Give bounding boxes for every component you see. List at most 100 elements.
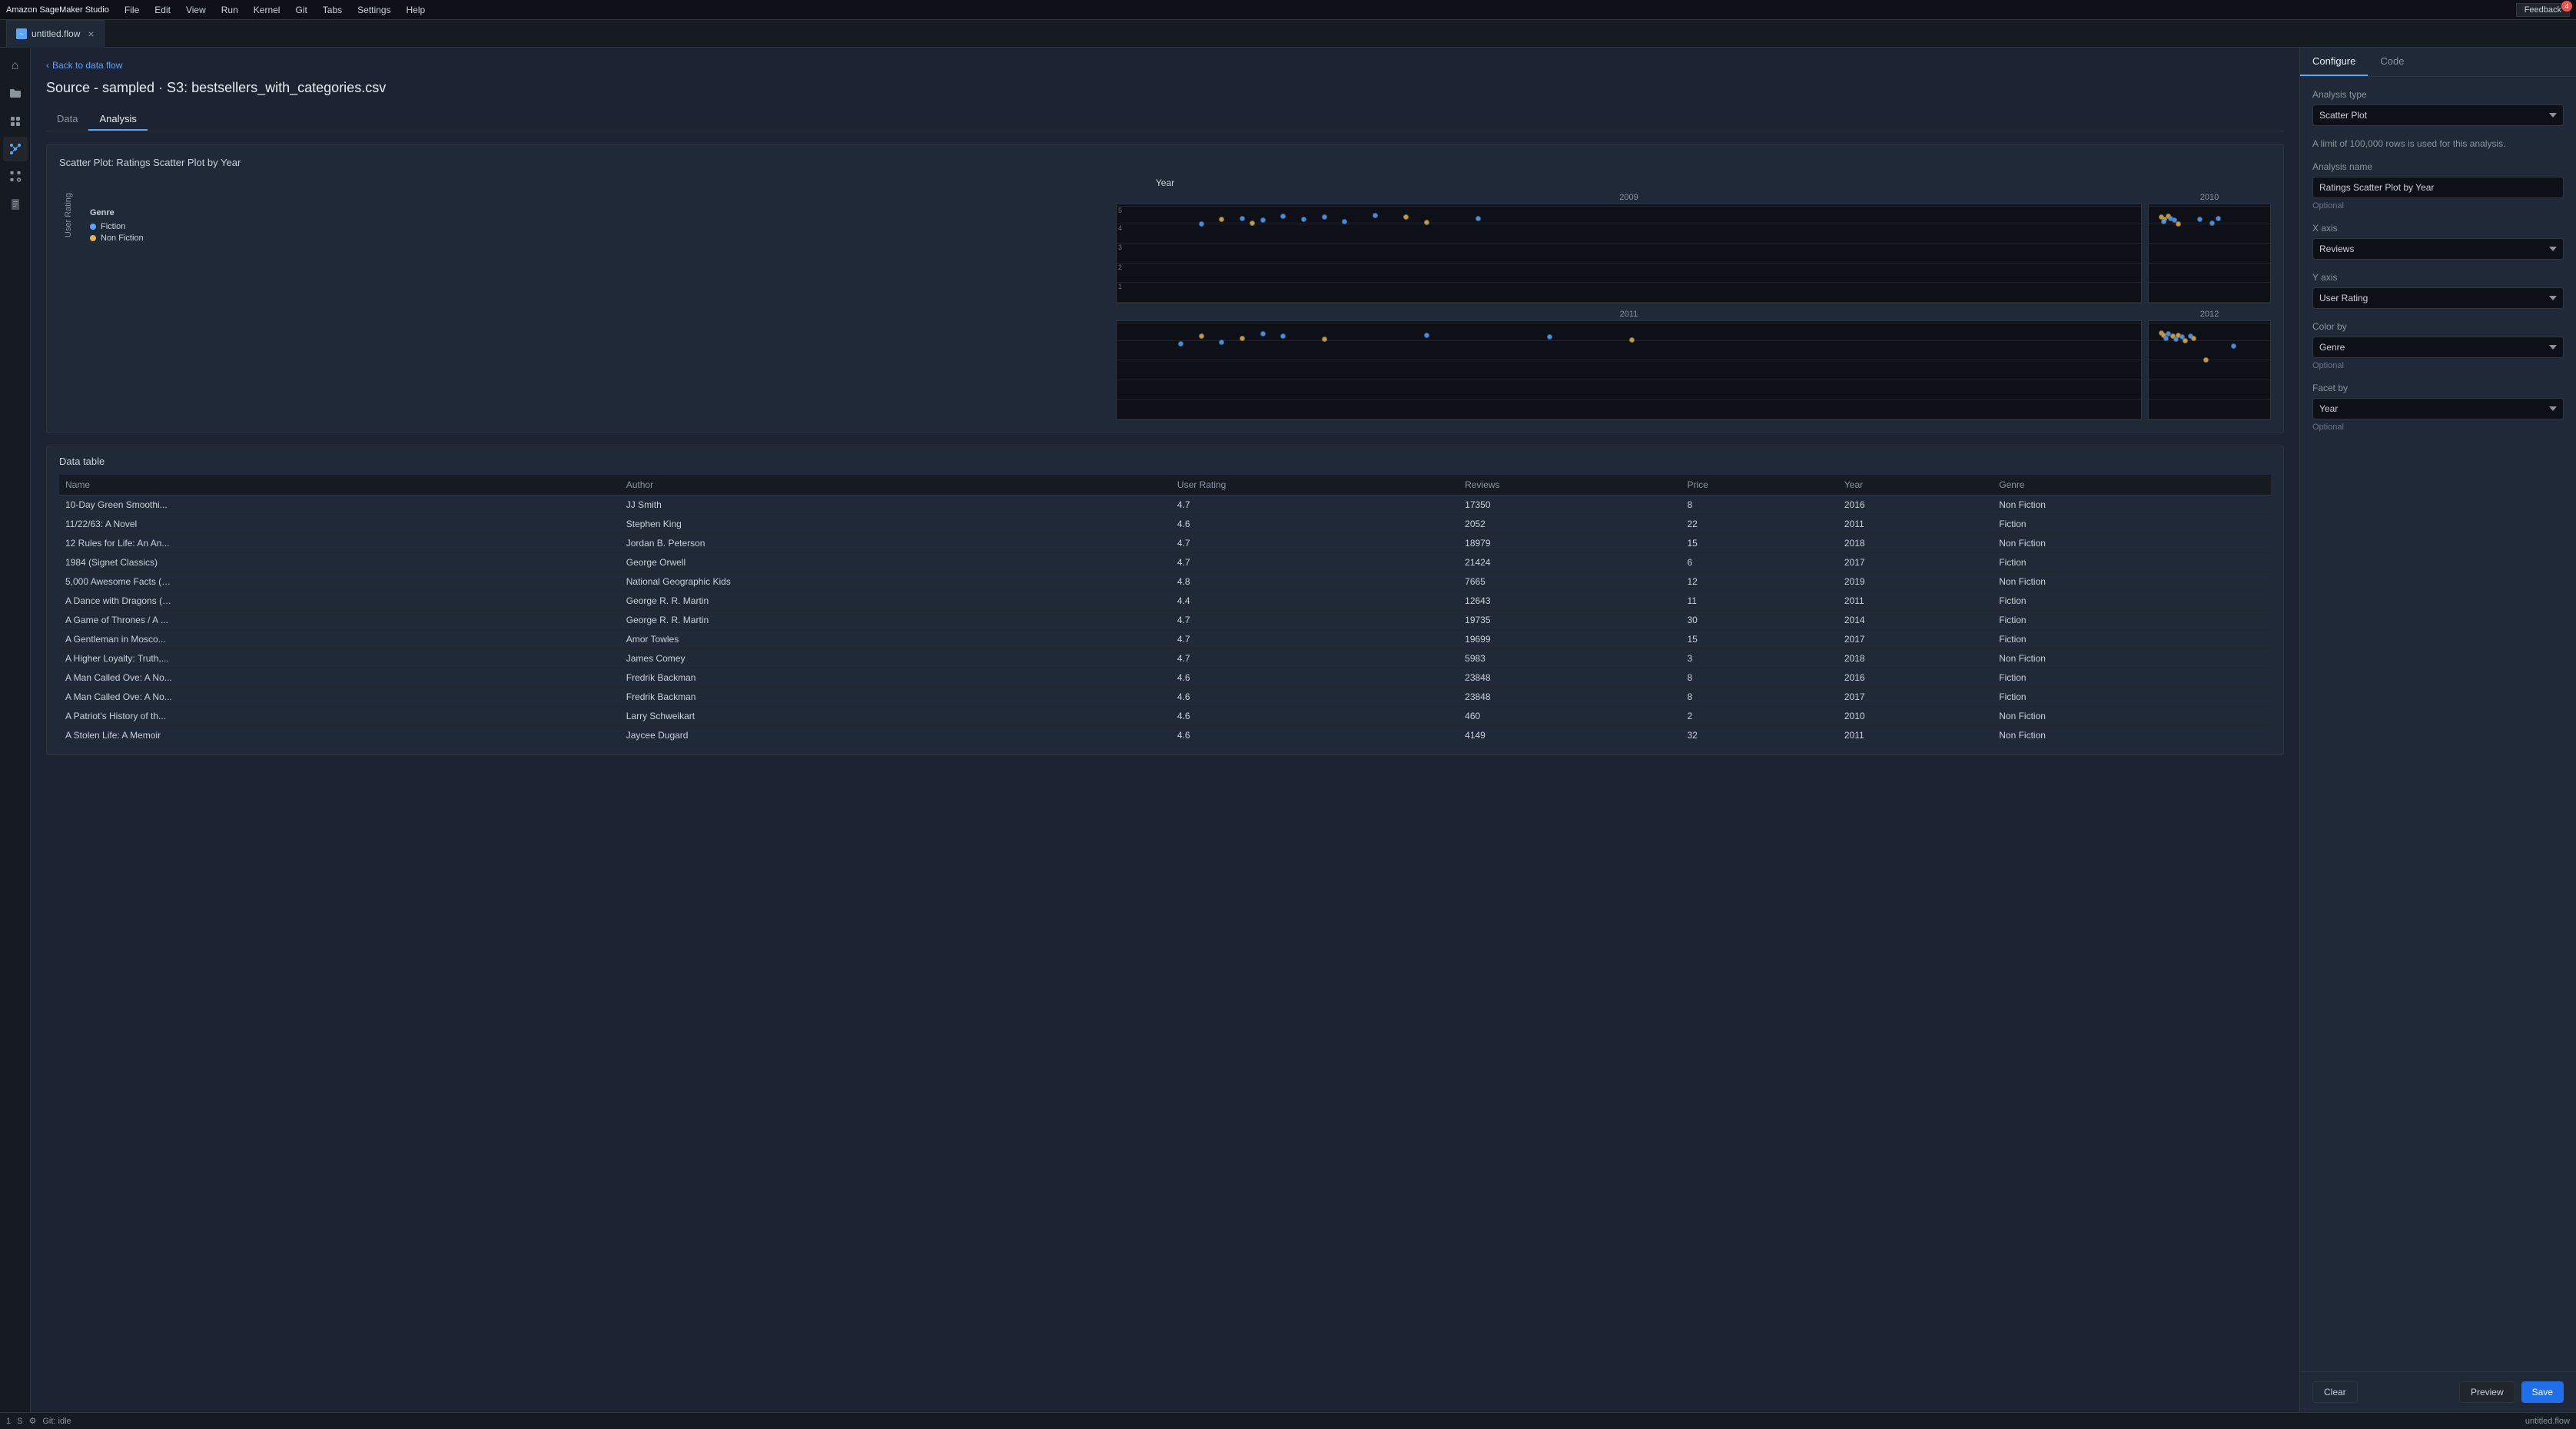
status-filename: untitled.flow — [2525, 1417, 2570, 1426]
table-cell: 5983 — [1459, 649, 1681, 668]
table-cell: 4.6 — [1171, 688, 1459, 707]
sidebar-home-icon[interactable]: ⌂ — [3, 54, 28, 78]
tab-untitled-flow[interactable]: ~ untitled.flow × — [6, 20, 105, 48]
table-cell: 2019 — [1838, 572, 1993, 592]
menu-kernel[interactable]: Kernel — [247, 3, 287, 17]
analysis-name-label: Analysis name — [2312, 161, 2564, 172]
table-cell: 4.6 — [1171, 707, 1459, 726]
table-cell: 23848 — [1459, 688, 1681, 707]
scatter-2009: 2009 0 1 2 3 4 5 — [1116, 193, 2142, 303]
tab-close-button[interactable]: × — [88, 28, 94, 39]
col-year: Year — [1838, 475, 1993, 496]
legend-title: Genre — [90, 208, 1104, 217]
tab-analysis[interactable]: Analysis — [88, 108, 147, 131]
menu-settings[interactable]: Settings — [351, 3, 397, 17]
x-axis-select[interactable]: Reviews — [2312, 238, 2564, 260]
panel-tab-configure[interactable]: Configure — [2300, 48, 2368, 76]
menu-edit[interactable]: Edit — [148, 3, 177, 17]
scatter-plot-2011 — [1116, 320, 2142, 420]
back-link[interactable]: ‹ Back to data flow — [46, 60, 2284, 71]
data-table-section: Data table Name Author User Rating Revie… — [46, 446, 2284, 755]
table-cell: Non Fiction — [1993, 726, 2271, 745]
feedback-button[interactable]: 4 Feedback — [2516, 3, 2570, 17]
clear-button[interactable]: Clear — [2312, 1381, 2358, 1403]
color-by-label: Color by — [2312, 321, 2564, 332]
menu-git[interactable]: Git — [289, 3, 313, 17]
table-cell: 4.7 — [1171, 553, 1459, 572]
sidebar-tools-icon[interactable] — [3, 164, 28, 189]
table-cell: 19699 — [1459, 630, 1681, 649]
table-row: A Gentleman in Mosco...Amor Towles4.7196… — [59, 630, 2271, 649]
table-row: 1984 (Signet Classics)George Orwell4.721… — [59, 553, 2271, 572]
table-cell: Non Fiction — [1993, 496, 2271, 515]
sidebar-nodes-icon[interactable] — [3, 137, 28, 161]
table-cell: 4.6 — [1171, 726, 1459, 745]
right-panel-content: Analysis type Scatter Plot A limit of 10… — [2300, 77, 2576, 1371]
table-cell: 32 — [1681, 726, 1837, 745]
table-cell: James Comey — [620, 649, 1171, 668]
notification-badge: 4 — [2561, 1, 2572, 12]
table-cell: A Man Called Ove: A No... — [59, 668, 620, 688]
facet-by-select[interactable]: Year — [2312, 398, 2564, 419]
table-cell: Fredrik Backman — [620, 688, 1171, 707]
back-arrow-icon: ‹ — [46, 60, 49, 71]
legend-nonfiction: Non Fiction — [90, 234, 1104, 243]
menu-help[interactable]: Help — [400, 3, 432, 17]
table-cell: Fiction — [1993, 515, 2271, 534]
menu-bar: Amazon SageMaker Studio File Edit View R… — [0, 0, 2576, 20]
scatter-2012: 2012 — [2148, 310, 2271, 420]
page-title: Source - sampled · S3: bestsellers_with_… — [46, 80, 2284, 96]
col-price: Price — [1681, 475, 1837, 496]
table-cell: A Higher Loyalty: Truth,... — [59, 649, 620, 668]
table-cell: Stephen King — [620, 515, 1171, 534]
preview-button[interactable]: Preview — [2459, 1381, 2515, 1403]
table-cell: Fiction — [1993, 688, 2271, 707]
right-panel: Configure Code Analysis type Scatter Plo… — [2299, 48, 2576, 1412]
table-cell: A Patriot's History of th... — [59, 707, 620, 726]
analysis-name-input[interactable] — [2312, 177, 2564, 198]
table-cell: Jordan B. Peterson — [620, 534, 1171, 553]
table-cell: Amor Towles — [620, 630, 1171, 649]
scatter-legend: Genre Fiction Non Fiction — [84, 193, 1110, 251]
table-cell: 2017 — [1838, 688, 1993, 707]
facet-by-label: Facet by — [2312, 383, 2564, 393]
save-button[interactable]: Save — [2521, 1381, 2564, 1403]
col-author: Author — [620, 475, 1171, 496]
status-bar: 1 S ⚙ Git: idle untitled.flow — [0, 1412, 2576, 1429]
table-row: A Patriot's History of th...Larry Schwei… — [59, 707, 2271, 726]
analysis-type-select[interactable]: Scatter Plot — [2312, 104, 2564, 126]
table-cell: 5,000 Awesome Facts (… — [59, 572, 620, 592]
facet-by-optional: Optional — [2312, 423, 2564, 432]
color-by-select[interactable]: Genre — [2312, 337, 2564, 358]
data-table: Name Author User Rating Reviews Price Ye… — [59, 475, 2271, 745]
tab-data[interactable]: Data — [46, 108, 88, 131]
table-cell: 4.7 — [1171, 649, 1459, 668]
menu-view[interactable]: View — [180, 3, 212, 17]
tab-bar: ~ untitled.flow × — [0, 20, 2576, 48]
y-axis-label: Y axis — [2312, 272, 2564, 283]
table-cell: A Game of Thrones / A ... — [59, 611, 620, 630]
table-row: A Man Called Ove: A No...Fredrik Backman… — [59, 668, 2271, 688]
table-cell: A Dance with Dragons (… — [59, 592, 620, 611]
y-axis-select[interactable]: User Rating — [2312, 287, 2564, 309]
sidebar-pages-icon[interactable] — [3, 192, 28, 217]
menu-tabs[interactable]: Tabs — [317, 3, 348, 17]
table-row: A Game of Thrones / A ...George R. R. Ma… — [59, 611, 2271, 630]
table-cell: 4.8 — [1171, 572, 1459, 592]
menu-file[interactable]: File — [118, 3, 145, 17]
table-cell: 2010 — [1838, 707, 1993, 726]
sidebar-extensions-icon[interactable] — [3, 109, 28, 134]
table-row: 11/22/63: A NovelStephen King4.620522220… — [59, 515, 2271, 534]
table-cell: 6 — [1681, 553, 1837, 572]
content-tabs: Data Analysis — [46, 108, 2284, 131]
table-cell: 2011 — [1838, 515, 1993, 534]
right-panel-tabs: Configure Code — [2300, 48, 2576, 77]
menu-run[interactable]: Run — [215, 3, 244, 17]
table-cell: 15 — [1681, 630, 1837, 649]
table-cell: 8 — [1681, 668, 1837, 688]
scatter-plot-2010 — [2148, 204, 2271, 303]
scatter-2010: 2010 — [2148, 193, 2271, 303]
panel-tab-code[interactable]: Code — [2368, 48, 2416, 76]
table-cell: 11 — [1681, 592, 1837, 611]
sidebar-folder-icon[interactable] — [3, 81, 28, 106]
